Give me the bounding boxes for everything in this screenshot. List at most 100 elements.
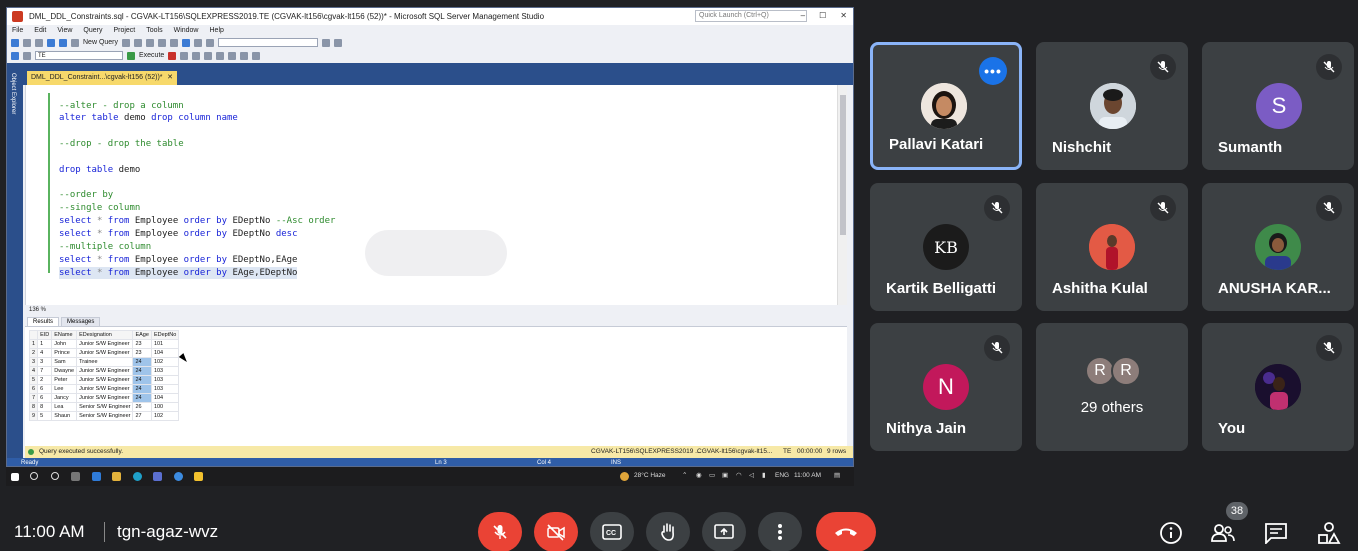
cortana-icon[interactable] <box>51 472 59 480</box>
meeting-details-button[interactable] <box>1158 520 1184 546</box>
save-all-icon[interactable] <box>59 38 67 47</box>
vscode-icon[interactable] <box>92 472 101 481</box>
open-file-icon[interactable] <box>35 38 43 47</box>
row-number[interactable]: 5 <box>28 375 39 385</box>
participant-tile[interactable]: KB Kartik Belligatti <box>870 183 1022 311</box>
menu-query[interactable]: Query <box>83 27 102 34</box>
participant-tile[interactable]: N Nithya Jain <box>870 323 1022 451</box>
table-cell[interactable]: Senior S/W Engineer <box>76 411 134 421</box>
row-number[interactable]: 1 <box>28 339 39 349</box>
row-number[interactable]: 4 <box>28 366 39 376</box>
object-explorer-label[interactable]: Object Explorer <box>10 73 16 114</box>
copy-icon[interactable] <box>158 38 167 47</box>
search-icon[interactable] <box>30 472 38 480</box>
table-cell[interactable]: 3 <box>37 357 53 367</box>
results-to-text-icon[interactable] <box>216 51 225 60</box>
tab-query-document[interactable]: DML_DDL_Constraint...\cgvak-lt156 (52))*… <box>27 71 177 85</box>
table-cell[interactable]: 6 <box>37 393 53 403</box>
table-cell[interactable]: 103 <box>150 375 180 385</box>
back-icon[interactable] <box>11 38 19 47</box>
execute-button[interactable]: Execute <box>139 52 164 59</box>
row-number[interactable]: 7 <box>28 393 39 403</box>
table-cell[interactable]: 100 <box>150 402 180 412</box>
more-options-menu-button[interactable] <box>758 512 802 551</box>
table-cell[interactable]: 23 <box>132 339 152 349</box>
paste-icon[interactable] <box>170 38 179 47</box>
table-cell[interactable]: 24 <box>132 357 152 367</box>
volume-icon[interactable]: ◁ <box>749 471 754 481</box>
save-icon[interactable] <box>47 38 55 47</box>
others-tile[interactable]: R R 29 others <box>1036 323 1188 451</box>
display-plan-icon[interactable] <box>192 51 201 60</box>
taskbar-clock[interactable]: 11:00 AM <box>794 471 821 481</box>
mic-toggle-button[interactable] <box>478 512 522 551</box>
table-cell[interactable]: 104 <box>150 348 180 358</box>
solution-config-icon[interactable] <box>206 38 215 47</box>
participant-tile[interactable]: ••• Pallavi Katari <box>870 42 1022 170</box>
db-engine-query-icon[interactable] <box>122 38 131 47</box>
menu-file[interactable]: File <box>12 27 23 34</box>
maximize-icon[interactable]: ☐ <box>819 11 826 20</box>
table-cell[interactable]: Dwayne <box>51 366 78 376</box>
table-cell[interactable]: Shaun <box>51 411 78 421</box>
menu-tools[interactable]: Tools <box>146 27 162 34</box>
more-options-button[interactable]: ••• <box>979 57 1007 85</box>
minimize-icon[interactable]: – <box>801 11 805 20</box>
table-cell[interactable]: Senior S/W Engineer <box>76 402 134 412</box>
table-cell[interactable]: 1 <box>37 339 53 349</box>
table-cell[interactable]: 103 <box>150 384 180 394</box>
teams-icon[interactable] <box>153 472 162 481</box>
scrollbar-thumb[interactable] <box>840 95 846 235</box>
table-cell[interactable]: Peter <box>51 375 78 385</box>
zoom-level[interactable]: 136 % <box>25 305 847 315</box>
tray-chevron-icon[interactable]: ⌃ <box>682 471 687 481</box>
column-header[interactable]: EAge <box>132 330 152 340</box>
battery-icon[interactable]: ▭ <box>709 471 715 481</box>
tab-results[interactable]: Results <box>27 317 60 326</box>
parse-icon[interactable] <box>180 51 189 60</box>
row-number[interactable]: 9 <box>28 411 39 421</box>
table-cell[interactable]: 24 <box>132 393 152 403</box>
chat-button[interactable] <box>1263 520 1289 546</box>
column-header[interactable]: EDeptNo <box>150 330 180 340</box>
table-cell[interactable]: Lee <box>51 384 78 394</box>
table-cell[interactable]: 26 <box>132 402 152 412</box>
tab-messages[interactable]: Messages <box>61 317 101 326</box>
file-explorer-icon[interactable] <box>112 472 121 481</box>
language-indicator[interactable]: ENG <box>775 471 789 481</box>
results-grid[interactable]: EID EName EDesignation EAge EDeptNo 1 1 Jo… <box>25 326 847 446</box>
table-cell[interactable]: Junior S/W Engineer <box>76 393 134 403</box>
edge-icon[interactable] <box>133 472 142 481</box>
properties-icon[interactable] <box>322 38 331 47</box>
table-cell[interactable]: 4 <box>37 348 53 358</box>
table-cell[interactable]: 101 <box>150 339 180 349</box>
table-cell[interactable]: 6 <box>37 384 53 394</box>
table-cell[interactable]: 5 <box>37 411 53 421</box>
mdx-query-icon[interactable] <box>134 38 143 47</box>
new-query-button[interactable]: New Query <box>83 39 118 46</box>
table-cell[interactable]: 23 <box>132 348 152 358</box>
query-editor[interactable]: --alter - drop a column alter table demo… <box>25 85 847 305</box>
forward-icon[interactable] <box>23 38 31 47</box>
table-cell[interactable]: Sam <box>51 357 78 367</box>
table-cell[interactable]: Junior S/W Engineer <box>76 339 134 349</box>
toolbox-icon[interactable] <box>334 38 343 47</box>
connect-icon[interactable] <box>11 51 19 60</box>
table-cell[interactable]: 7 <box>37 366 53 376</box>
table-row[interactable]: 9 5 Shaun Senior S/W Engineer 27 102 <box>28 411 180 421</box>
close-icon[interactable]: ✕ <box>840 11 847 20</box>
participant-tile[interactable]: S Sumanth <box>1202 42 1354 170</box>
table-row[interactable]: 6 6 Lee Junior S/W Engineer 24 103 <box>28 384 180 394</box>
column-header[interactable]: EID <box>37 330 53 340</box>
table-cell[interactable]: 24 <box>132 366 152 376</box>
new-query-icon[interactable] <box>71 38 79 47</box>
participant-tile[interactable]: Ashitha Kulal <box>1036 183 1188 311</box>
activities-button[interactable] <box>1316 520 1342 546</box>
wifi-icon[interactable]: ◠ <box>736 471 742 481</box>
table-row[interactable]: 7 6 Jancy Junior S/W Engineer 24 104 <box>28 393 180 403</box>
notification-icon[interactable]: ▤ <box>834 471 840 481</box>
table-cell[interactable]: 24 <box>132 375 152 385</box>
cut-icon[interactable] <box>146 38 155 47</box>
disconnect-icon[interactable] <box>23 51 31 60</box>
table-cell[interactable]: 103 <box>150 366 180 376</box>
